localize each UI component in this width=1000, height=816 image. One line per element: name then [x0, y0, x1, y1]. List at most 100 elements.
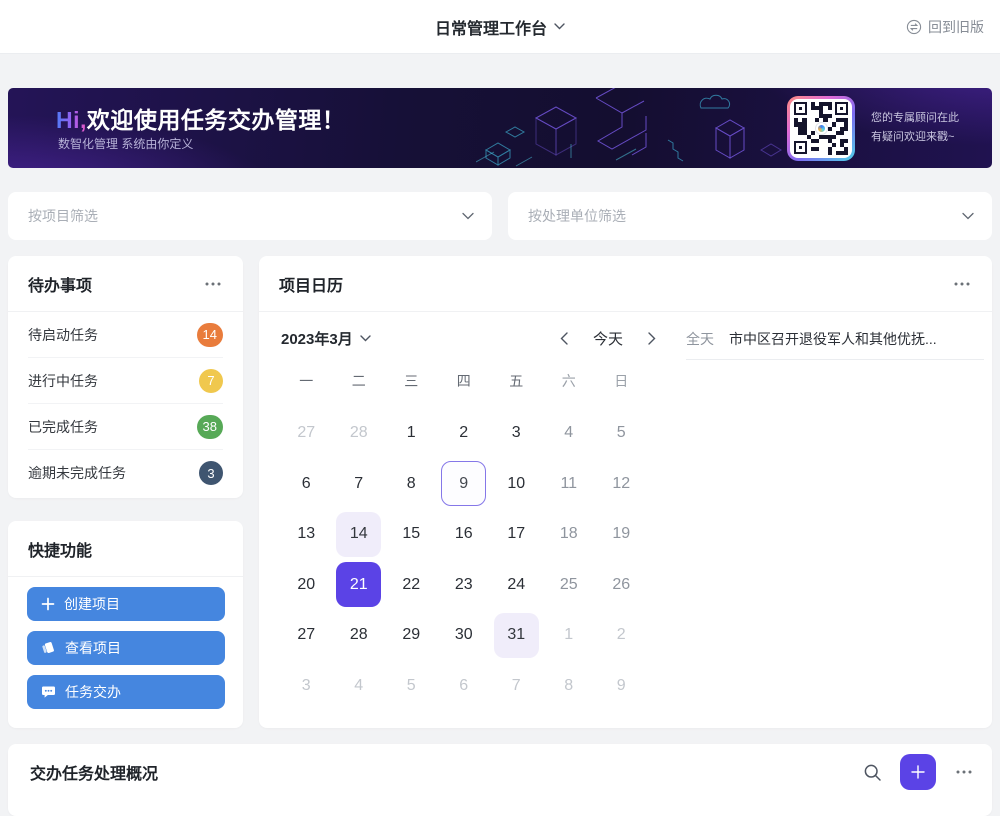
calendar-day[interactable]: 18 — [543, 509, 596, 560]
calendar-day[interactable]: 1 — [385, 408, 438, 459]
calendar-day-number: 9 — [441, 461, 486, 506]
calendar-day[interactable]: 22 — [385, 560, 438, 611]
search-icon[interactable] — [860, 760, 884, 784]
calendar-day[interactable]: 20 — [280, 560, 333, 611]
calendar-day[interactable]: 8 — [543, 661, 596, 712]
calendar-day-number: 22 — [402, 576, 420, 594]
calendar-day[interactable]: 6 — [438, 661, 491, 712]
calendar-day-number: 27 — [297, 424, 315, 442]
top-bar: 日常管理工作台 回到旧版 — [0, 0, 1000, 54]
unit-filter-placeholder: 按处理单位筛选 — [528, 206, 962, 226]
calendar-day[interactable]: 21 — [333, 560, 386, 611]
calendar-day[interactable]: 10 — [490, 459, 543, 510]
calendar-day-number: 20 — [297, 576, 315, 594]
calendar-day[interactable]: 7 — [490, 661, 543, 712]
calendar-day-number: 12 — [612, 475, 630, 493]
calendar-day-number: 11 — [560, 475, 577, 493]
todo-item[interactable]: 待启动任务14 — [28, 312, 223, 358]
todo-item[interactable]: 逾期未完成任务3 — [28, 450, 223, 496]
calendar-day-number: 7 — [354, 475, 363, 493]
calendar-day-number: 9 — [617, 677, 626, 695]
quick-action-button[interactable]: 任务交办 — [27, 675, 225, 709]
qr-finder-icon — [794, 102, 807, 115]
project-filter-placeholder: 按项目筛选 — [28, 206, 462, 226]
calendar-day-number: 28 — [350, 424, 368, 442]
calendar-day[interactable]: 3 — [490, 408, 543, 459]
calendar-day[interactable]: 16 — [438, 509, 491, 560]
project-icon — [41, 641, 56, 655]
banner-subtitle: 数智化管理 系统由你定义 — [58, 135, 193, 152]
todo-item-label: 进行中任务 — [28, 371, 98, 391]
add-button[interactable] — [900, 754, 936, 790]
calendar-day[interactable]: 28 — [333, 610, 386, 661]
prev-month-icon[interactable] — [552, 326, 576, 350]
quick-action-button[interactable]: 查看项目 — [27, 631, 225, 665]
calendar-day-number: 1 — [407, 424, 416, 442]
calendar-card-title: 项目日历 — [279, 272, 950, 296]
more-icon[interactable] — [950, 272, 974, 296]
calendar-day[interactable]: 9 — [438, 459, 491, 510]
calendar-day[interactable]: 11 — [543, 459, 596, 510]
quick-action-button[interactable]: 创建项目 — [27, 587, 225, 621]
calendar-day[interactable]: 9 — [595, 661, 648, 712]
back-to-old-version-link[interactable]: 回到旧版 — [906, 0, 984, 54]
calendar-day[interactable]: 8 — [385, 459, 438, 510]
calendar-day[interactable]: 31 — [490, 610, 543, 661]
calendar-day[interactable]: 24 — [490, 560, 543, 611]
calendar-day[interactable]: 6 — [280, 459, 333, 510]
qr-finder-icon — [835, 102, 848, 115]
calendar-event-row[interactable]: 全天 市中区召开退役军人和其他优抚... — [686, 318, 984, 360]
calendar-day[interactable]: 4 — [543, 408, 596, 459]
calendar-day[interactable]: 1 — [543, 610, 596, 661]
calendar-day[interactable]: 27 — [280, 408, 333, 459]
todo-item[interactable]: 进行中任务7 — [28, 358, 223, 404]
qr-code — [787, 96, 855, 161]
unit-filter-select[interactable]: 按处理单位筛选 — [508, 192, 992, 240]
calendar-day[interactable]: 12 — [595, 459, 648, 510]
calendar-day[interactable]: 4 — [333, 661, 386, 712]
calendar-day[interactable]: 27 — [280, 610, 333, 661]
calendar-day[interactable]: 14 — [333, 509, 386, 560]
summary-card-header: 交办任务处理概况 — [8, 744, 992, 800]
month-select[interactable]: 2023年3月 — [281, 328, 371, 349]
banner-illustration — [476, 88, 786, 168]
calendar-day[interactable]: 7 — [333, 459, 386, 510]
calendar-day[interactable]: 3 — [280, 661, 333, 712]
calendar-day-number: 19 — [612, 525, 630, 543]
calendar-day[interactable]: 19 — [595, 509, 648, 560]
calendar-day-grid: 2728123456789101112131415161718192021222… — [280, 408, 648, 711]
event-time-label: 全天 — [686, 329, 714, 349]
count-badge: 3 — [199, 461, 223, 485]
calendar-day[interactable]: 29 — [385, 610, 438, 661]
project-filter-select[interactable]: 按项目筛选 — [8, 192, 492, 240]
todo-item[interactable]: 已完成任务38 — [28, 404, 223, 450]
calendar-day[interactable]: 25 — [543, 560, 596, 611]
chevron-down-icon — [554, 23, 565, 30]
qr-logo-icon — [815, 122, 828, 135]
more-icon[interactable] — [952, 760, 976, 784]
calendar-day[interactable]: 30 — [438, 610, 491, 661]
todo-list: 待启动任务14进行中任务7已完成任务38逾期未完成任务3 — [8, 312, 243, 496]
calendar-day[interactable]: 23 — [438, 560, 491, 611]
calendar-day[interactable]: 28 — [333, 408, 386, 459]
calendar-day-number: 29 — [402, 626, 420, 644]
calendar-day[interactable]: 15 — [385, 509, 438, 560]
count-badge: 14 — [197, 323, 223, 347]
calendar-day[interactable]: 2 — [438, 408, 491, 459]
calendar-day[interactable]: 26 — [595, 560, 648, 611]
next-month-icon[interactable] — [640, 326, 664, 350]
calendar-day[interactable]: 17 — [490, 509, 543, 560]
todo-item-label: 已完成任务 — [28, 417, 98, 437]
more-icon[interactable] — [201, 272, 225, 296]
quick-action-label: 创建项目 — [64, 594, 120, 614]
calendar-day-number: 5 — [617, 424, 626, 442]
chevron-down-icon — [962, 212, 974, 220]
workspace-switcher[interactable]: 日常管理工作台 — [435, 15, 565, 39]
today-button[interactable]: 今天 — [593, 328, 623, 349]
calendar-day[interactable]: 5 — [595, 408, 648, 459]
calendar-day-number: 21 — [336, 562, 381, 607]
calendar-day-number: 24 — [507, 576, 525, 594]
calendar-day[interactable]: 13 — [280, 509, 333, 560]
calendar-day[interactable]: 5 — [385, 661, 438, 712]
calendar-day[interactable]: 2 — [595, 610, 648, 661]
